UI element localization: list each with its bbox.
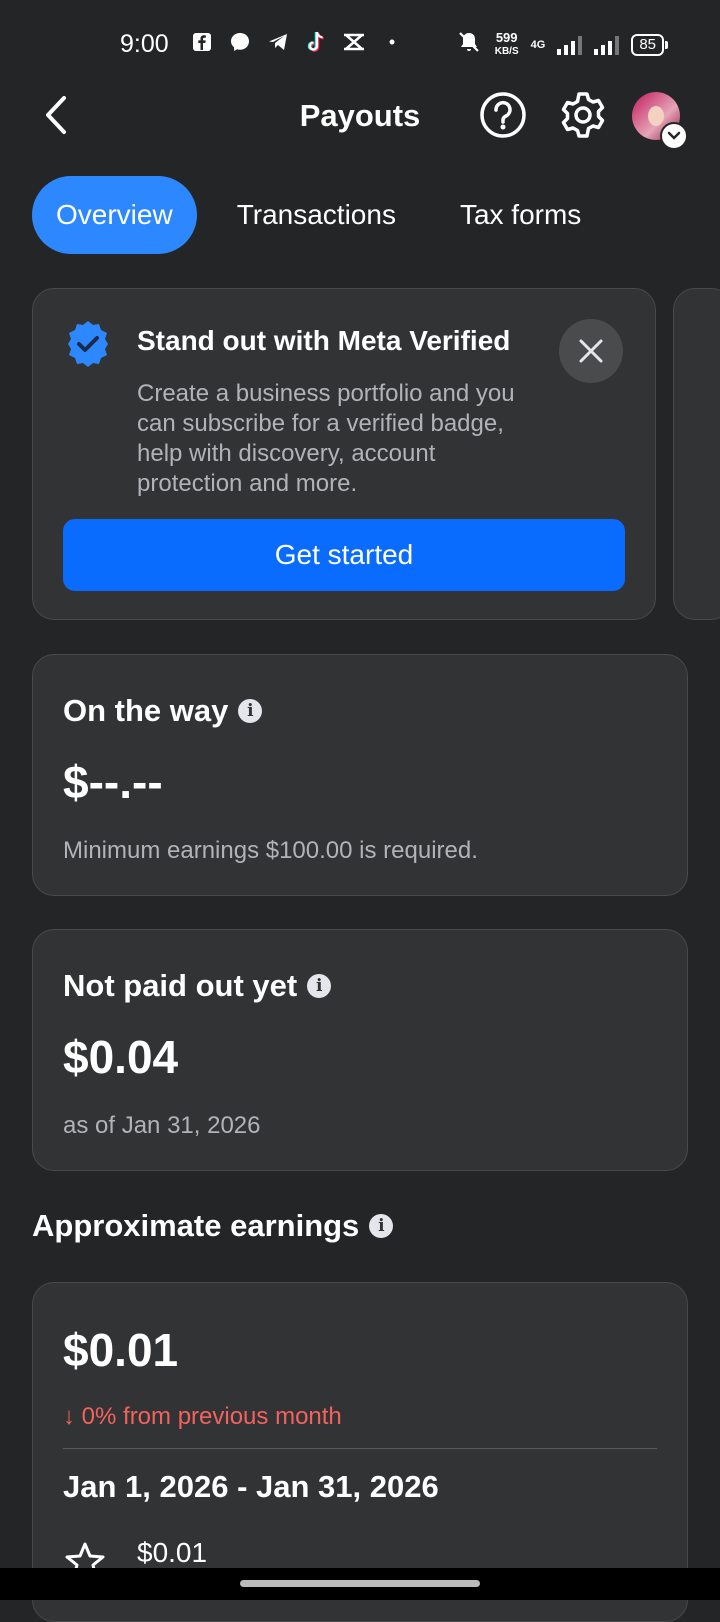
not-paid-out-card: Not paid out yet i $0.04 as of Jan 31, 2… <box>32 929 688 1171</box>
on-the-way-title: On the way <box>63 693 229 728</box>
tab-tax-forms[interactable]: Tax forms <box>436 176 605 254</box>
chevron-down-icon <box>667 131 681 140</box>
info-icon[interactable]: i <box>238 699 263 723</box>
tiktok-icon <box>304 30 328 54</box>
messenger-icon <box>228 30 252 54</box>
not-paid-value: $0.04 <box>63 1031 179 1083</box>
date-range: Jan 1, 2026 - Jan 31, 2026 <box>63 1469 439 1504</box>
on-the-way-value: $--.-- <box>63 756 163 808</box>
mute-bell-icon <box>455 30 483 59</box>
earnings-change: ↓ 0% from previous month <box>63 1403 342 1430</box>
on-the-way-note: Minimum earnings $100.00 is required. <box>63 837 478 864</box>
next-promo-card[interactable] <box>673 288 720 620</box>
info-icon[interactable]: i <box>369 1214 394 1238</box>
signal-icon-1 <box>557 35 583 55</box>
close-icon <box>579 339 603 363</box>
get-started-button[interactable]: Get started <box>63 519 625 591</box>
on-the-way-title-row: On the way i <box>63 693 263 729</box>
settings-button[interactable] <box>558 90 608 140</box>
notification-icons: • <box>190 30 404 54</box>
speed-unit: KB/S <box>494 45 519 57</box>
more-dot-icon: • <box>388 31 396 52</box>
account-switcher-button[interactable] <box>660 122 688 150</box>
help-icon <box>480 92 526 138</box>
earnings-value: $0.01 <box>63 1324 179 1376</box>
telegram-icon <box>266 30 290 54</box>
network-type: 4G <box>530 38 546 51</box>
speed-value: 599 <box>495 29 518 45</box>
facebook-icon <box>190 30 214 54</box>
verified-badge-icon <box>63 319 113 369</box>
not-paid-title-row: Not paid out yet i <box>63 968 332 1004</box>
capcut-icon <box>342 30 366 54</box>
help-button[interactable] <box>478 90 528 140</box>
gear-icon <box>561 92 605 138</box>
status-time: 9:00 <box>120 30 169 58</box>
promo-title: Stand out with Meta Verified <box>137 325 511 356</box>
divider <box>63 1448 657 1449</box>
battery-icon: 85 <box>631 33 668 56</box>
system-icons: 599 KB/S 4G 85 <box>455 29 668 59</box>
not-paid-date: as of Jan 31, 2026 <box>63 1112 261 1139</box>
tab-bar: Overview Transactions Tax forms <box>32 176 621 254</box>
not-paid-title: Not paid out yet <box>63 968 298 1003</box>
dismiss-button[interactable] <box>559 319 623 383</box>
on-the-way-card: On the way i $--.-- Minimum earnings $10… <box>32 654 688 896</box>
info-icon[interactable]: i <box>307 974 332 998</box>
approximate-earnings-heading: Approximate earnings i <box>32 1208 394 1244</box>
promo-description: Create a business portfolio and you can … <box>137 380 515 497</box>
earnings-row-value: $0.01 <box>137 1537 208 1568</box>
app-header: Payouts <box>0 80 720 150</box>
signal-icon-2 <box>594 35 620 55</box>
page-title: Payouts <box>299 98 421 133</box>
avatar-face <box>648 106 664 126</box>
section-title: Approximate earnings <box>32 1208 360 1243</box>
meta-verified-card: Stand out with Meta Verified Create a bu… <box>32 288 656 620</box>
status-bar: 9:00 • 599 KB/S 4G 85 <box>0 0 720 90</box>
tab-transactions[interactable]: Transactions <box>213 176 420 254</box>
tab-overview[interactable]: Overview <box>32 176 197 254</box>
system-nav-bar <box>0 1568 720 1600</box>
home-indicator[interactable] <box>240 1580 480 1587</box>
network-speed: 599 KB/S <box>494 29 519 58</box>
